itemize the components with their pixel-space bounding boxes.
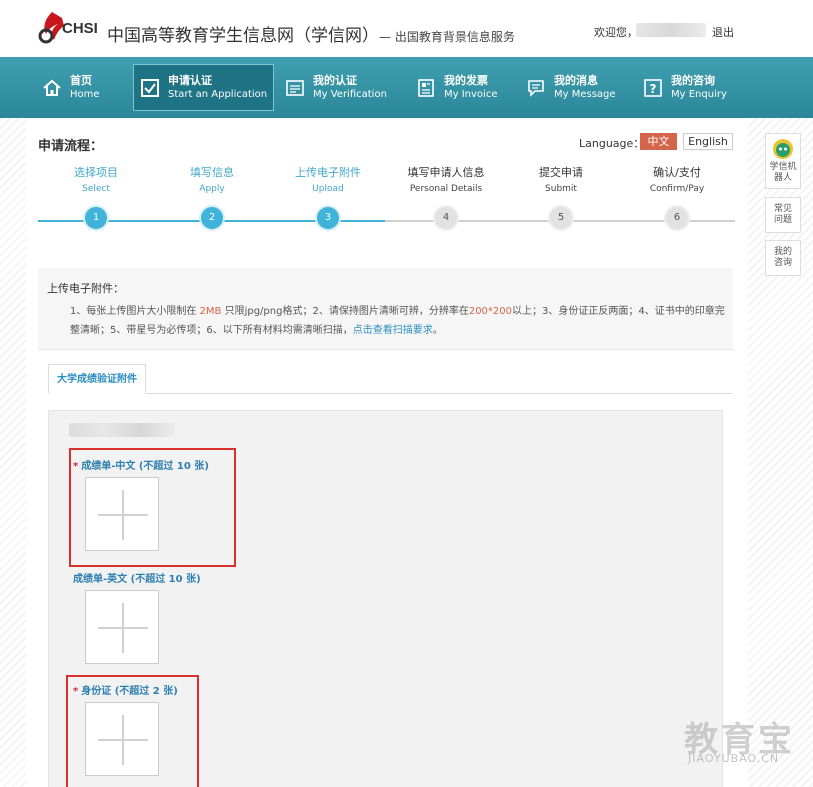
- nav-my-verification[interactable]: 我的认证 My Verification: [285, 57, 387, 118]
- field-label-transcript-zh: * 成绩单-中文 (不超过 10 张): [73, 461, 209, 472]
- instructions-text: 1、每张上传图片大小限制在 2MB 只限jpg/png格式；2、请保持图片清晰可…: [70, 306, 725, 336]
- svg-text:?: ?: [650, 82, 657, 96]
- sidebar-faq[interactable]: 常见问题: [765, 197, 801, 233]
- field-label-id-card: * 身份证 (不超过 2 张): [73, 686, 178, 697]
- logo-text: CHSI: [62, 20, 98, 37]
- upload-button-transcript-en[interactable]: [85, 590, 159, 664]
- process-steps: 选择项目 Select 1 填写信息 Apply 2 上传电子附件 Upload…: [38, 166, 735, 236]
- language-label: Language：: [579, 137, 645, 150]
- invoice-icon: [416, 78, 436, 98]
- upload-area: * 成绩单-中文 (不超过 10 张) 成绩单-英文 (不超过 10 张) * 身份…: [48, 410, 723, 787]
- step-apply: 填写信息 Apply 2: [157, 166, 267, 229]
- question-icon: ?: [643, 78, 663, 98]
- sidebar-my-enquiry[interactable]: 我的咨询: [765, 240, 801, 276]
- step-submit: 提交申请 Submit 5: [506, 166, 616, 229]
- header: CHSI 中国高等教育学生信息网（学信网）— 出国教育背景信息服务 欢迎您， 退…: [0, 0, 813, 57]
- site-title[interactable]: 中国高等教育学生信息网（学信网）— 出国教育背景信息服务: [107, 21, 515, 46]
- tab-divider: [48, 393, 733, 394]
- scan-requirements-link[interactable]: 点击查看扫描要求: [353, 325, 433, 336]
- tab-university-transcript[interactable]: 大学成绩验证附件: [48, 364, 146, 394]
- main-nav: 首页 Home 申请认证 Start an Application 我的认证 My V…: [0, 57, 813, 118]
- home-icon: [42, 78, 62, 98]
- lang-zh-button[interactable]: 中文: [640, 133, 677, 150]
- nav-start-application[interactable]: 申请认证 Start an Application: [133, 64, 275, 111]
- nav-my-message[interactable]: 我的消息 My Message: [526, 57, 616, 118]
- upload-instructions: 上传电子附件： 1、每张上传图片大小限制在 2MB 只限jpg/png格式；2、…: [38, 268, 733, 350]
- step-upload: 上传电子附件 Upload 3: [273, 166, 383, 229]
- welcome-text: 欢迎您，: [594, 26, 638, 39]
- applicant-name-blurred: [69, 423, 175, 437]
- process-title: 申请流程：: [38, 139, 104, 154]
- robot-icon: [773, 139, 793, 159]
- logout-link[interactable]: 退出: [712, 24, 734, 40]
- certificate-icon: [285, 78, 305, 98]
- nav-my-enquiry[interactable]: ? 我的咨询 My Enquiry: [643, 57, 727, 118]
- upload-button-transcript-zh[interactable]: [85, 477, 159, 551]
- upload-button-id-card[interactable]: [85, 702, 159, 776]
- main-content: 申请流程： Language： 中文 English 选择项目 Select 1…: [26, 118, 748, 787]
- step-confirm-pay: 确认/支付 Confirm/Pay 6: [622, 166, 732, 229]
- sidebar-robot[interactable]: 学信机器人: [765, 133, 801, 189]
- checkbox-icon: [140, 78, 160, 98]
- step-select: 选择项目 Select 1: [41, 166, 151, 229]
- step-personal-details: 填写申请人信息 Personal Details 4: [391, 166, 501, 229]
- instructions-title: 上传电子附件：: [47, 282, 124, 295]
- field-label-transcript-en: 成绩单-英文 (不超过 10 张): [73, 574, 201, 585]
- message-icon: [526, 78, 546, 98]
- lang-en-button[interactable]: English: [683, 133, 733, 150]
- nav-home[interactable]: 首页 Home: [42, 57, 100, 118]
- nav-my-invoice[interactable]: 我的发票 My Invoice: [416, 57, 497, 118]
- watermark-sub: JIAOYUBAO.CN: [688, 752, 780, 765]
- username-blurred: [636, 23, 706, 37]
